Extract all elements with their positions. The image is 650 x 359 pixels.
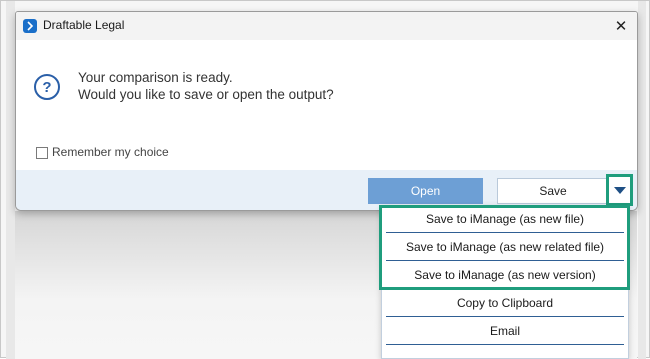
close-icon[interactable]: ✕ [609, 14, 633, 38]
remember-choice-label[interactable]: Remember my choice [52, 145, 169, 159]
open-button[interactable]: Open [368, 178, 483, 204]
remember-choice-checkbox[interactable] [36, 147, 48, 159]
message-line-1: Your comparison is ready. [78, 70, 233, 85]
window-title: Draftable Legal [43, 18, 125, 32]
menu-item-copy-to-clipboard[interactable]: Copy to Clipboard [386, 290, 624, 317]
background-edge-right [638, 1, 646, 359]
menu-item-save-new-file[interactable]: Save to iManage (as new file) [386, 206, 624, 233]
background-edge-left [6, 1, 15, 359]
title-bar: Draftable Legal ✕ [16, 12, 637, 40]
save-options-dropdown-toggle[interactable] [606, 174, 633, 206]
menu-item-email[interactable]: Email [386, 318, 624, 345]
menu-item-save-new-version[interactable]: Save to iManage (as new version) [386, 262, 624, 289]
question-icon: ? [34, 74, 60, 100]
message-line-2: Would you like to save or open the outpu… [78, 87, 334, 102]
menu-item-save-new-related-file[interactable]: Save to iManage (as new related file) [386, 234, 624, 261]
save-dialog: Draftable Legal ✕ ? Your comparison is r… [15, 11, 638, 211]
save-options-menu: Save to iManage (as new file) Save to iM… [381, 205, 629, 359]
chevron-down-icon [613, 186, 626, 194]
screenshot-frame: Draftable Legal ✕ ? Your comparison is r… [0, 0, 650, 359]
app-logo-icon [23, 19, 37, 33]
save-button[interactable]: Save [497, 178, 609, 204]
